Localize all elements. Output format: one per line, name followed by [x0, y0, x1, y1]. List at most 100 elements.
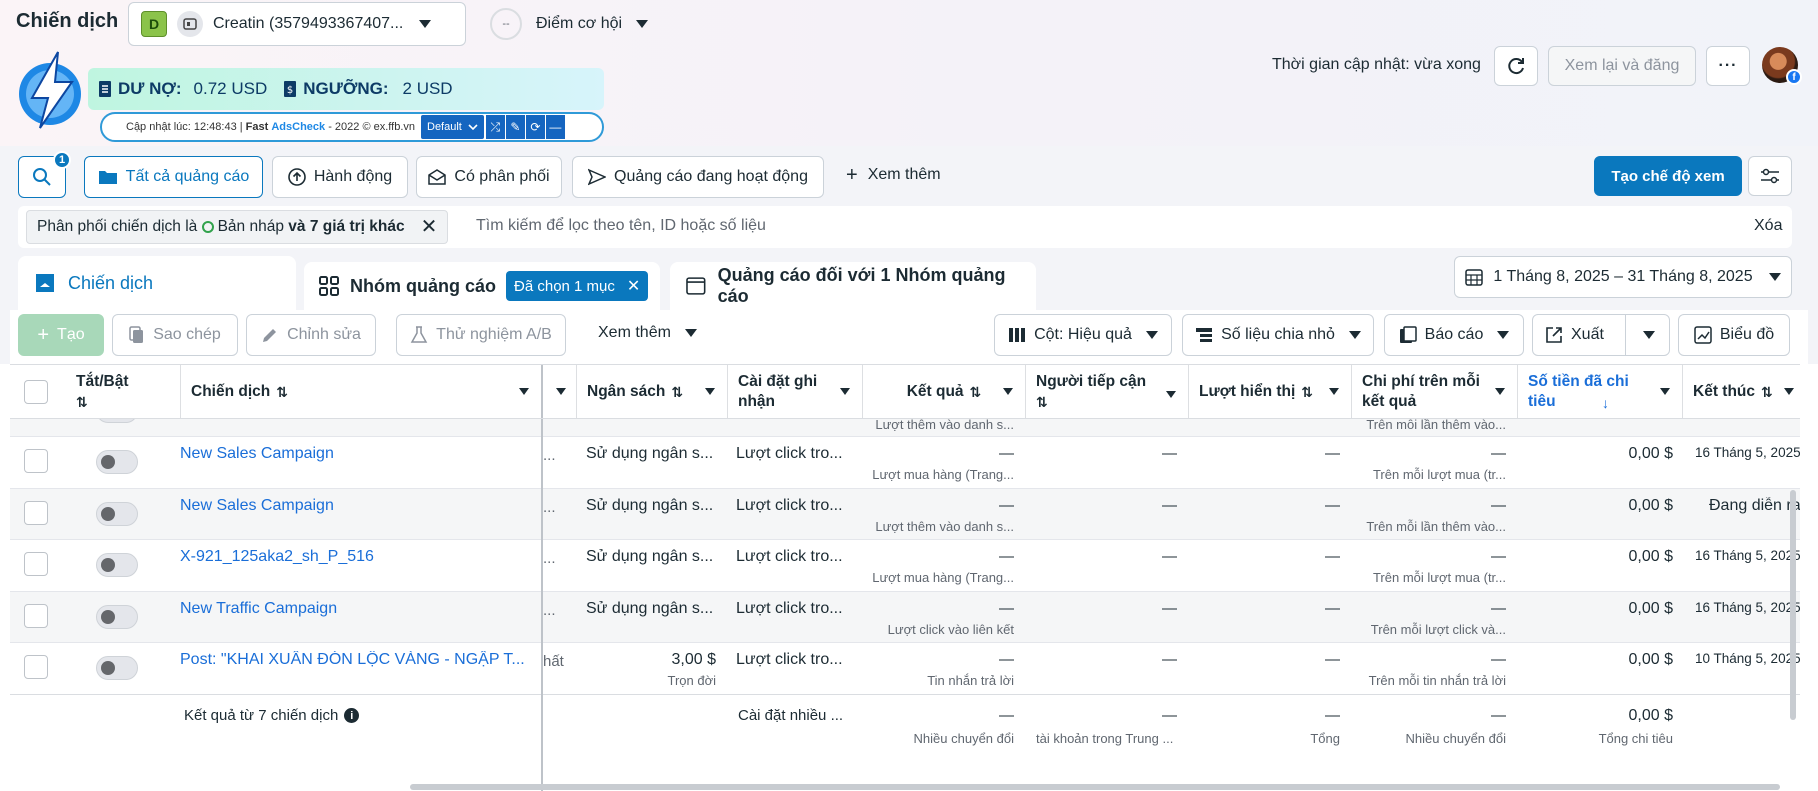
filter-search-input[interactable]: Tìm kiếm để lọc theo tên, ID hoặc số liệ…: [476, 217, 766, 235]
columns-button[interactable]: Cột: Hiệu quả: [994, 314, 1172, 356]
create-view-button[interactable]: Tạo chế độ xem: [1594, 156, 1742, 196]
shuffle-icon[interactable]: ⤮: [485, 115, 505, 139]
table-row[interactable]: New Sales Campaign... Sử dụng ngân s... Lư…: [10, 488, 1800, 540]
review-publish-button[interactable]: Xem lại và đăng: [1548, 46, 1696, 86]
cpr-sub: Trên mỗi tin nhắn trả lời: [1368, 673, 1506, 688]
hidden-col-value: ...: [543, 550, 556, 567]
tab-actions[interactable]: Hành động: [272, 156, 408, 198]
campaign-name-link[interactable]: New Traffic Campaign: [180, 600, 536, 618]
chevron-down-icon: [1495, 388, 1505, 395]
refresh-button[interactable]: [1494, 46, 1538, 86]
header-cost-per-result[interactable]: Chi phí trên mỗi kết quả: [1352, 365, 1517, 418]
table-row[interactable]: New Traffic Campaign... Sử dụng ngân s...…: [10, 591, 1800, 643]
sliders-icon: [1761, 168, 1779, 184]
create-button[interactable]: + Tạo: [18, 314, 104, 356]
select-all-checkbox[interactable]: [24, 380, 48, 404]
tab-campaigns[interactable]: Chiến dịch: [18, 256, 296, 310]
chevron-down-icon: [684, 329, 697, 337]
header-impressions[interactable]: Lượt hiển thị ⇅: [1189, 365, 1351, 418]
reach-value: —: [1162, 445, 1177, 462]
breakdown-icon: [1196, 328, 1213, 342]
row-checkbox[interactable]: [24, 552, 48, 576]
tab-all-ads[interactable]: Tất cả quảng cáo: [84, 156, 263, 198]
tab-active-ads[interactable]: Quảng cáo đang hoạt động: [572, 156, 824, 198]
tab-ads[interactable]: Quảng cáo đối với 1 Nhóm quảng cáo: [670, 262, 1036, 310]
row-checkbox[interactable]: [24, 603, 48, 628]
info-icon[interactable]: i: [344, 708, 360, 723]
header-ends-label: Kết thúc: [1693, 382, 1755, 400]
search-button[interactable]: 1: [18, 151, 71, 198]
chevron-down-icon: [1348, 331, 1361, 339]
reach-value: —: [1162, 548, 1177, 565]
row-checkbox[interactable]: [24, 500, 48, 525]
row-checkbox[interactable]: [24, 655, 48, 679]
campaign-toggle[interactable]: [96, 501, 138, 526]
opportunity-score-button[interactable]: -- Điểm cơ hội: [490, 8, 649, 40]
copyright: - 2022 © ex.ffb.vn: [325, 121, 415, 133]
customize-button[interactable]: [1748, 156, 1792, 196]
avatar[interactable]: f: [1762, 47, 1802, 85]
campaign-name-link[interactable]: New Sales Campaign: [180, 497, 536, 515]
dollar-document-icon: $: [284, 81, 297, 97]
campaign-toggle[interactable]: [96, 604, 138, 629]
ab-test-button[interactable]: Thử nghiệm A/B: [396, 314, 566, 356]
duplicate-button[interactable]: Sao chép: [112, 314, 238, 356]
external-link-icon: [1546, 327, 1562, 343]
edit-icon[interactable]: ✎: [505, 115, 525, 139]
horizontal-scrollbar[interactable]: [410, 784, 1780, 790]
close-icon[interactable]: ✕: [627, 276, 640, 296]
edit-label: Chỉnh sửa: [287, 326, 361, 343]
folder-icon: [98, 171, 117, 184]
table-row[interactable]: Post: "KHAI XUÂN ĐÓN LỘC VÀNG - NGẬP T..…: [10, 643, 1800, 695]
date-range-value: 1 Tháng 8, 2025 – 31 Tháng 8, 2025: [1493, 268, 1753, 285]
row-checkbox[interactable]: [24, 449, 48, 473]
date-range-picker[interactable]: 1 Tháng 8, 2025 – 31 Tháng 8, 2025: [1454, 256, 1792, 298]
header-reach[interactable]: Người tiếp cận ⇅: [1026, 365, 1188, 418]
reports-button[interactable]: Báo cáo: [1384, 314, 1524, 356]
sync-icon[interactable]: ⟳: [525, 115, 545, 139]
header-budget[interactable]: Ngân sách ⇅: [577, 365, 727, 418]
close-icon[interactable]: ✕: [421, 217, 438, 237]
end-date-value: Đang diễn ra: [1709, 496, 1800, 514]
cpr-sub: Trên mỗi lần thêm vào...: [1366, 518, 1506, 534]
campaign-name-link[interactable]: Post: "KHAI XUÂN ĐÓN LỘC VÀNG - NGẬP T..…: [180, 651, 536, 669]
tab-see-more[interactable]: + Xem thêm: [846, 165, 941, 185]
more-actions-button[interactable]: Xem thêm: [598, 324, 697, 342]
table-row[interactable]: New Sales Campaign... Sử dụng ngân s... Lư…: [10, 437, 1800, 489]
campaign-name-link[interactable]: New Sales Campaign: [180, 445, 536, 463]
header-attribution[interactable]: Cài đặt ghi nhận: [728, 365, 862, 418]
header-campaign[interactable]: Chiến dịch ⇅: [181, 365, 541, 418]
chevron-down-icon: [1768, 273, 1781, 281]
tab-delivering[interactable]: Có phân phối: [416, 156, 562, 198]
edit-button[interactable]: Chỉnh sửa: [246, 314, 376, 356]
create-label: Tạo: [57, 326, 85, 343]
minimize-icon[interactable]: —: [545, 115, 565, 139]
results-sub: Lượt thêm vào danh s...: [875, 417, 1014, 432]
tab-adsets[interactable]: Nhóm quảng cáo Đã chọn 1 mục ✕: [304, 262, 660, 310]
chevron-down-icon[interactable]: [1643, 331, 1655, 339]
campaign-toggle[interactable]: [96, 656, 138, 680]
adscheck-logo: [14, 48, 86, 130]
export-button[interactable]: Xuất: [1532, 314, 1670, 356]
account-selector[interactable]: D Creatin (3579493367407...: [128, 2, 466, 46]
header-toggle[interactable]: Tắt/Bật ⇅: [66, 365, 180, 418]
header-ends[interactable]: Kết thúc ⇅: [1683, 365, 1800, 418]
mode-select[interactable]: Default: [421, 115, 484, 139]
chevron-down-icon: [1497, 331, 1510, 339]
breakdown-button[interactable]: Số liệu chia nhỏ: [1182, 314, 1374, 356]
clear-filters-link[interactable]: Xóa: [1754, 217, 1782, 235]
adset-selected-badge[interactable]: Đã chọn 1 mục ✕: [506, 271, 649, 301]
charts-button[interactable]: Biểu đồ: [1678, 314, 1790, 356]
filter-chip[interactable]: Phân phối chiến dịch là Bản nháp và 7 gi…: [26, 210, 449, 244]
campaign-name-link[interactable]: X-921_125aka2_sh_P_516: [180, 548, 536, 566]
campaign-toggle[interactable]: [96, 450, 138, 474]
campaign-toggle[interactable]: [96, 553, 138, 577]
header-toggle-label: Tắt/Bật: [76, 372, 129, 390]
vertical-scrollbar[interactable]: [1790, 490, 1796, 720]
more-options-button[interactable]: ···: [1706, 46, 1750, 86]
header-hidden-col[interactable]: [542, 365, 576, 418]
impressions-value: —: [1325, 445, 1340, 462]
header-results[interactable]: Kết quả ⇅: [863, 365, 1025, 418]
table-row[interactable]: X-921_125aka2_sh_P_516... Sử dụng ngân s.…: [10, 540, 1800, 592]
header-amount-spent[interactable]: Số tiền đã chi tiêu ↓: [1518, 365, 1682, 418]
